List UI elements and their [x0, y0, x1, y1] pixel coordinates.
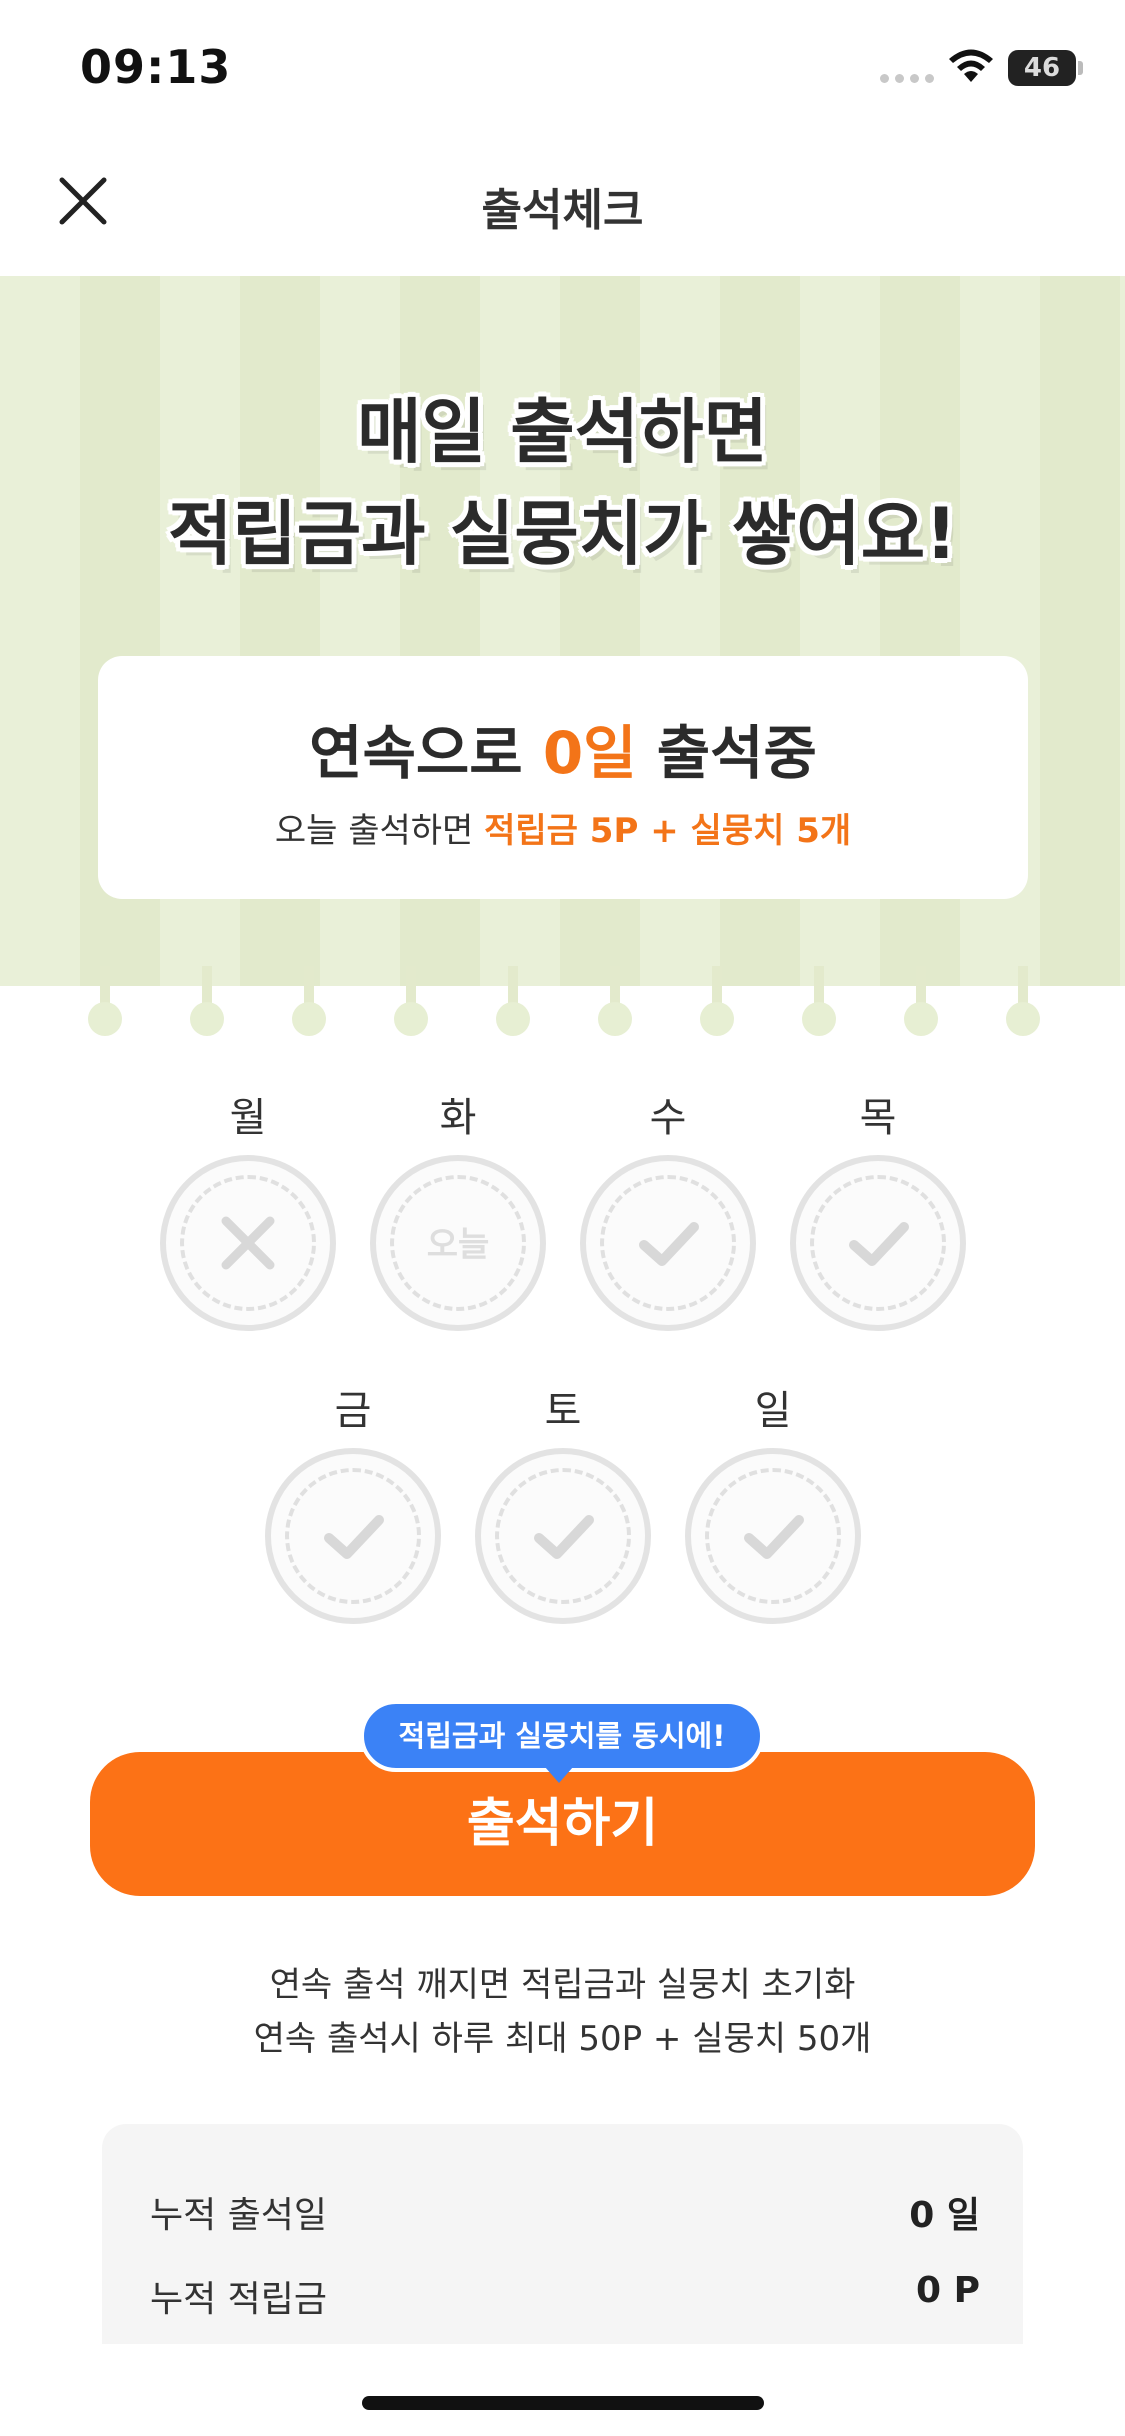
bonus-tooltip: 적립금과 실뭉치를 동시에!: [360, 1700, 764, 1772]
peg: [292, 966, 326, 1038]
hero-title-line1: 매일 출석하면: [357, 391, 768, 473]
day-label: 금: [334, 1388, 372, 1434]
stamp-pending: [790, 1155, 966, 1331]
check-icon: [849, 1222, 909, 1266]
peg: [190, 966, 224, 1038]
peg: [598, 966, 632, 1038]
day-label: 토: [544, 1388, 582, 1434]
day-label: 화: [439, 1095, 477, 1141]
stamp-pending: [685, 1448, 861, 1624]
rules-notes: 연속 출석 깨지면 적립금과 실뭉치 초기화 연속 출석시 하루 최대 50P …: [0, 1958, 1125, 2066]
day-thu: 목: [788, 1085, 968, 1335]
binder-pegs: [0, 966, 1125, 1036]
day-mon: 월: [158, 1085, 338, 1335]
note-line1: 연속 출석 깨지면 적립금과 실뭉치 초기화: [269, 1965, 856, 2005]
streak-count: 0일: [542, 719, 637, 787]
peg: [700, 966, 734, 1038]
today-reward: 오늘 출석하면 적립금 5P + 실뭉치 5개: [98, 803, 1028, 852]
cellular-signal-icon: [880, 74, 934, 83]
day-tue: 화 오늘: [368, 1085, 548, 1335]
wifi-icon: [949, 49, 993, 82]
check-icon: [744, 1515, 804, 1559]
summary-label: 누적 적립금: [150, 2279, 328, 2320]
day-label: 월: [229, 1095, 267, 1141]
summary-row-points: 누적 적립금 0 P: [150, 2270, 980, 2326]
check-icon: [639, 1222, 699, 1266]
summary-label: 누적 출석일: [150, 2195, 328, 2236]
battery-level: 46: [1023, 53, 1061, 83]
streak-card: 연속으로 0일 출석중 오늘 출석하면 적립금 5P + 실뭉치 5개: [98, 656, 1028, 899]
streak-suffix: 출석중: [636, 719, 817, 787]
hero-banner: 매일 출석하면 적립금과 실뭉치가 쌓여요! 연속으로 0일 출석중 오늘 출석…: [0, 276, 1125, 986]
day-label: 일: [754, 1388, 792, 1434]
status-bar: 09:13 46: [0, 0, 1125, 140]
hero-title-line2: 적립금과 실뭉치가 쌓여요!: [167, 493, 958, 575]
stamp-today: 오늘: [370, 1155, 546, 1331]
reward-highlight: 적립금 5P + 실뭉치 5개: [484, 811, 852, 851]
peg: [904, 966, 938, 1038]
summary-row-days: 누적 출석일 0 일: [150, 2186, 980, 2242]
battery-tip: [1078, 61, 1083, 75]
note-line2: 연속 출석시 하루 최대 50P + 실뭉치 50개: [253, 2019, 872, 2059]
nav-header: 출석체크: [0, 140, 1125, 275]
peg: [802, 966, 836, 1038]
status-time: 09:13: [80, 40, 232, 94]
day-fri: 금: [263, 1378, 443, 1628]
today-stamp-text: 오늘: [426, 1225, 490, 1265]
stamp-pending: [475, 1448, 651, 1624]
page-title: 출석체크: [481, 185, 644, 236]
day-sat: 토: [473, 1378, 653, 1628]
day-wed: 수: [578, 1085, 758, 1335]
streak-prefix: 연속으로: [309, 719, 543, 787]
summary-value: 0 일: [909, 2195, 980, 2236]
streak-status: 연속으로 0일 출석중: [98, 706, 1028, 790]
hero-title: 매일 출석하면 적립금과 실뭉치가 쌓여요!: [0, 381, 1125, 585]
stamp-missed: [160, 1155, 336, 1331]
summary-panel: 누적 출석일 0 일 누적 적립금 0 P: [102, 2124, 1023, 2344]
peg: [88, 966, 122, 1038]
summary-value: 0 P: [916, 2270, 980, 2311]
stamp-pending: [580, 1155, 756, 1331]
peg: [394, 966, 428, 1038]
tooltip-tail: [545, 1767, 573, 1783]
x-icon: [221, 1216, 275, 1270]
check-icon: [324, 1515, 384, 1559]
peg: [496, 966, 530, 1038]
check-icon: [534, 1515, 594, 1559]
reward-prefix: 오늘 출석하면: [274, 811, 485, 851]
battery-icon: 46: [1008, 50, 1076, 86]
day-label: 목: [859, 1095, 897, 1141]
home-indicator[interactable]: [362, 2396, 764, 2410]
day-sun: 일: [683, 1378, 863, 1628]
peg: [1006, 966, 1040, 1038]
stamp-pending: [265, 1448, 441, 1624]
day-label: 수: [649, 1095, 687, 1141]
